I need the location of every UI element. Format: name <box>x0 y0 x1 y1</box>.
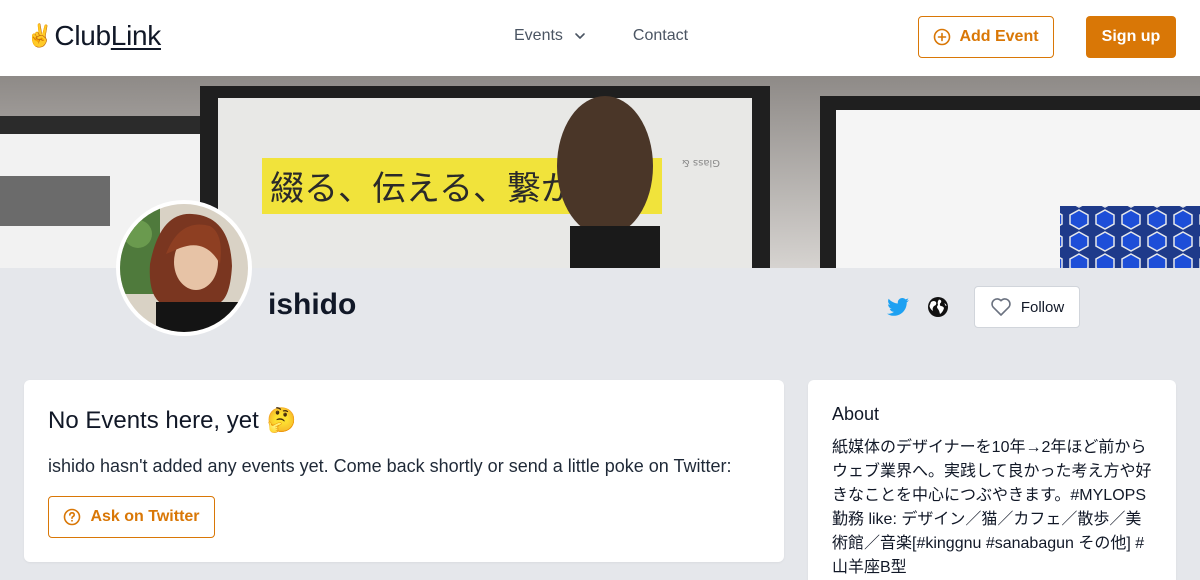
avatar-photo <box>120 204 248 332</box>
chevron-down-icon <box>575 33 585 39</box>
add-event-button[interactable]: Add Event <box>918 16 1054 58</box>
top-navbar: ✌️ ClubLink Events Contact Add Event Sig… <box>0 0 1200 76</box>
about-bio-text: 紙媒体のデザイナーを10年→2年ほど前からウェブ業界へ。実践して良かった考え方や… <box>832 439 1152 576</box>
globe-icon[interactable] <box>926 295 950 319</box>
sign-up-button[interactable]: Sign up <box>1086 16 1176 58</box>
add-event-label: Add Event <box>959 28 1039 45</box>
follow-label: Follow <box>1020 298 1065 316</box>
about-title: About <box>832 404 880 424</box>
logo-text-link: Link <box>110 20 161 51</box>
twitter-icon[interactable] <box>886 295 910 319</box>
about-card: About 紙媒体のデザイナーを10年→2年ほど前からウェブ業界へ。実践して良か… <box>808 380 1176 580</box>
question-circle-icon <box>64 508 81 526</box>
sign-up-label: Sign up <box>1101 28 1161 45</box>
clublink-logo[interactable]: ✌️ ClubLink <box>26 22 161 50</box>
nav-contact-label: Contact <box>632 27 689 44</box>
plus-circle-icon <box>934 28 951 46</box>
thinking-face-icon: 🤔 <box>266 407 297 434</box>
events-empty-title: No Events here, yet 🤔 <box>48 406 297 435</box>
logo-text: ClubLink <box>54 22 161 50</box>
main-nav: Events Contact <box>514 27 688 45</box>
nav-contact-link[interactable]: Contact <box>633 27 688 45</box>
heart-icon <box>991 298 1011 316</box>
nav-events-dropdown[interactable]: Events <box>514 27 587 45</box>
ask-on-twitter-label: Ask on Twitter <box>90 508 200 525</box>
ask-on-twitter-button[interactable]: Ask on Twitter <box>48 496 215 538</box>
profile-name: ishido <box>268 288 357 321</box>
events-empty-message: ishido hasn't added any events yet. Come… <box>48 456 732 476</box>
banner-glass-text: Glass & <box>682 157 720 168</box>
events-empty-title-text: No Events here, yet <box>48 406 259 434</box>
events-card: No Events here, yet 🤔 ishido hasn't adde… <box>24 380 784 562</box>
nav-events-label: Events <box>514 27 563 44</box>
profile-avatar <box>116 200 252 336</box>
victory-hand-icon: ✌️ <box>26 23 54 48</box>
logo-text-club: Club <box>54 20 111 51</box>
follow-button[interactable]: Follow <box>974 286 1080 328</box>
